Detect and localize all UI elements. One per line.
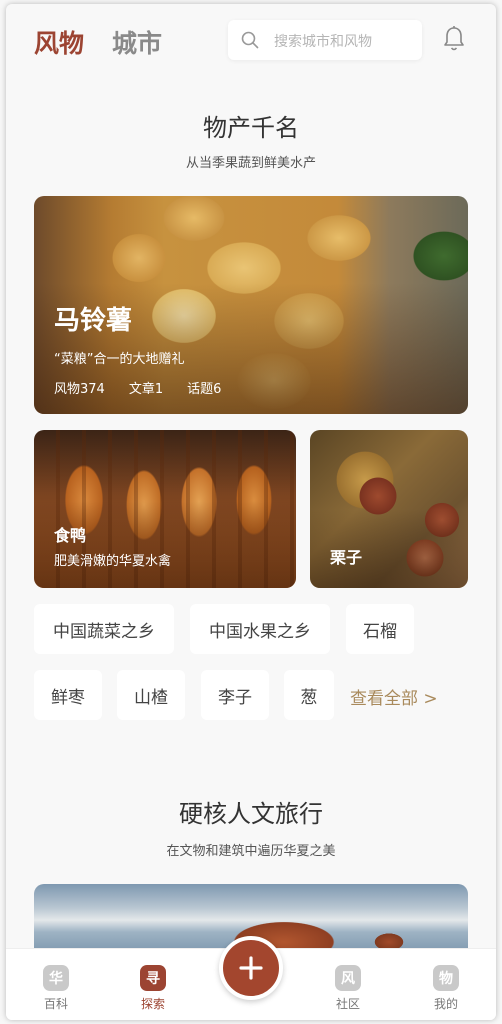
chip-plum[interactable]: 李子 (201, 670, 269, 720)
card-duck[interactable]: 食鸭 肥美滑嫩的华夏水禽 (34, 430, 296, 588)
search-icon (241, 31, 259, 49)
see-all-link[interactable]: 查看全部 > (350, 684, 438, 709)
search-input[interactable]: 搜索城市和风物 (228, 20, 422, 60)
app-frame: 风物 城市 搜索城市和风物 物产千名 从当季果蔬到鲜美水产 马铃薯 “菜粮”合一… (6, 4, 496, 1020)
featured-name: 马铃薯 (54, 306, 133, 336)
bell-icon[interactable] (442, 25, 466, 57)
create-button[interactable] (219, 936, 283, 1000)
nav-item-community[interactable]: 风 社区 (318, 949, 378, 1012)
baike-icon: 华 (43, 965, 69, 991)
nav-item-profile[interactable]: 物 我的 (416, 949, 476, 1012)
nav-label-explore: 探索 (140, 997, 165, 1011)
card-chestnut[interactable]: 栗子 (310, 430, 468, 588)
section-title-travel: 硬核人文旅行 (179, 800, 323, 828)
stat-items: 风物374 (54, 382, 105, 397)
nav-item-baike[interactable]: 华 百科 (26, 949, 86, 1012)
chip-fruit-town[interactable]: 中国水果之乡 (190, 604, 330, 654)
chip-vegetable-town[interactable]: 中国蔬菜之乡 (34, 604, 174, 654)
section-subtitle-products: 从当季果蔬到鲜美水产 (185, 156, 316, 171)
tab-fengwu[interactable]: 风物 (34, 24, 84, 60)
tab-city[interactable]: 城市 (112, 24, 162, 60)
profile-icon: 物 (433, 965, 459, 991)
chip-jujube[interactable]: 鲜枣 (34, 670, 102, 720)
chip-pomegranate[interactable]: 石榴 (346, 604, 414, 654)
section-subtitle-travel: 在文物和建筑中遍历华夏之美 (166, 844, 336, 859)
section-title-products: 物产千名 (203, 114, 299, 142)
stat-articles: 文章1 (128, 382, 164, 397)
card-duck-desc: 肥美滑嫩的华夏水禽 (54, 554, 172, 569)
explore-icon: 寻 (140, 965, 166, 991)
featured-stats: 风物374 文章1 话题6 (54, 378, 221, 397)
search-placeholder: 搜索城市和风物 (274, 34, 372, 50)
community-icon: 风 (335, 965, 361, 991)
chip-scallion[interactable]: 葱 (284, 670, 334, 720)
card-chestnut-name: 栗子 (330, 548, 363, 567)
nav-label-profile: 我的 (433, 997, 458, 1011)
plus-icon (239, 956, 263, 980)
nav-item-explore[interactable]: 寻 探索 (123, 949, 183, 1012)
featured-card-potato[interactable]: 马铃薯 “菜粮”合一的大地赠礼 风物374 文章1 话题6 (34, 196, 468, 414)
nav-label-baike: 百科 (43, 997, 68, 1011)
card-duck-name: 食鸭 (54, 526, 87, 545)
nav-label-community: 社区 (335, 997, 360, 1011)
stat-topics: 话题6 (187, 382, 222, 397)
chip-hawthorn[interactable]: 山楂 (117, 670, 185, 720)
featured-desc: “菜粮”合一的大地赠礼 (54, 352, 185, 367)
